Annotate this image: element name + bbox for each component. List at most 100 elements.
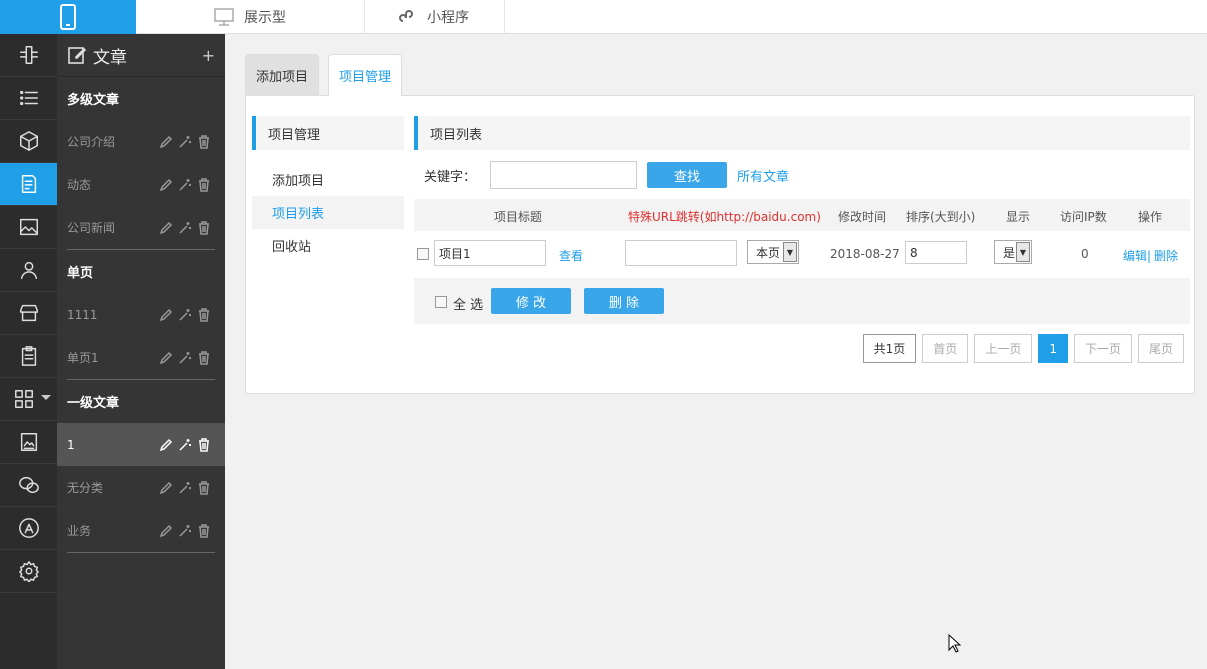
grid-icon xyxy=(14,390,33,408)
table-row: 查看 本页▼ 2018-08-27 是▼ 0 编辑| 删除 xyxy=(414,234,1190,272)
trash-icon[interactable] xyxy=(197,350,211,365)
pencil-icon[interactable] xyxy=(159,351,173,365)
tab-project-manage[interactable]: 项目管理 xyxy=(328,54,403,96)
row-delete-link[interactable]: 删除 xyxy=(1154,247,1178,264)
nav-pc-icon-button[interactable] xyxy=(0,34,57,77)
col-ops: 操作 xyxy=(1138,210,1163,224)
trash-icon[interactable] xyxy=(197,177,211,192)
row-show-value: 是 xyxy=(1003,245,1016,260)
sidebar-item[interactable]: 业务 xyxy=(57,509,225,552)
sidebar-header: 文章 + xyxy=(57,34,225,77)
magic-wand-icon[interactable] xyxy=(178,221,192,235)
sub-nav-recycle-bin[interactable]: 回收站 xyxy=(252,229,404,262)
magic-wand-icon[interactable] xyxy=(178,481,192,495)
pencil-icon[interactable] xyxy=(159,524,173,538)
nav-user-button[interactable] xyxy=(0,249,57,292)
delete-button[interactable]: 删 除 xyxy=(584,288,664,314)
mobile-tab[interactable] xyxy=(0,0,136,34)
monitor-icon xyxy=(214,8,234,26)
modify-button[interactable]: 修 改 xyxy=(491,288,571,314)
all-articles-link[interactable]: 所有文章 xyxy=(737,166,789,185)
add-category-button[interactable]: + xyxy=(202,46,215,65)
nav-apps-button[interactable] xyxy=(0,378,57,421)
sidebar-item[interactable]: 公司新闻 xyxy=(57,206,225,249)
pencil-icon[interactable] xyxy=(159,221,173,235)
select-all-checkbox[interactable] xyxy=(435,296,447,308)
sidebar-item[interactable]: 单页1 xyxy=(57,336,225,379)
magic-wand-icon[interactable] xyxy=(178,438,192,452)
magic-wand-icon[interactable] xyxy=(178,178,192,192)
nav-appstore-button[interactable] xyxy=(0,507,57,550)
sidebar-item-label: 业务 xyxy=(67,524,92,538)
select-all-label[interactable]: 全 选 xyxy=(453,294,483,313)
clipboard-icon xyxy=(21,346,36,366)
pencil-icon[interactable] xyxy=(159,178,173,192)
page-current[interactable]: 1 xyxy=(1038,334,1068,363)
dropdown-arrow-icon: ▼ xyxy=(1016,242,1030,262)
nav-article-button[interactable] xyxy=(0,163,57,206)
row-checkbox[interactable] xyxy=(417,248,429,260)
magic-wand-icon[interactable] xyxy=(178,524,192,538)
article-icon xyxy=(21,175,36,193)
nav-product-button[interactable] xyxy=(0,120,57,163)
page-last[interactable]: 尾页 xyxy=(1137,334,1184,363)
search-button[interactable]: 查找 xyxy=(647,162,727,188)
magic-wand-icon[interactable] xyxy=(178,351,192,365)
sub-nav-project-list[interactable]: 项目列表 xyxy=(252,196,404,229)
tab-add-project[interactable]: 添加项目 xyxy=(245,54,320,95)
nav-list-button[interactable] xyxy=(0,77,57,120)
row-target-select[interactable]: 本页 ▼ xyxy=(747,240,799,264)
row-view-link[interactable]: 查看 xyxy=(559,247,583,264)
icon-bar xyxy=(0,34,57,669)
trash-icon[interactable] xyxy=(197,220,211,235)
trash-icon[interactable] xyxy=(197,523,211,538)
edit-icon xyxy=(68,47,87,64)
trash-icon[interactable] xyxy=(197,437,211,452)
sidebar-item[interactable]: 无分类 xyxy=(57,466,225,509)
search-row: 关键字： 查找 所有文章 xyxy=(414,161,789,189)
sidebar-item-label: 公司介绍 xyxy=(67,135,116,149)
divider xyxy=(67,552,215,553)
col-url: 特殊URL跳转(如http://baidu.com) xyxy=(628,210,821,224)
pc-tool-icon xyxy=(19,46,38,64)
nav-store-button[interactable] xyxy=(0,292,57,335)
row-url-input[interactable] xyxy=(625,240,737,266)
nav-wechat-button[interactable] xyxy=(0,464,57,507)
tab-mini-program[interactable]: 小程序 xyxy=(365,0,505,34)
sidebar-item[interactable]: 1111 xyxy=(57,293,225,336)
magic-wand-icon[interactable] xyxy=(178,135,192,149)
nav-image-button[interactable] xyxy=(0,206,57,249)
mobile-phone-icon xyxy=(60,4,76,30)
trash-icon[interactable] xyxy=(197,307,211,322)
keyword-input[interactable] xyxy=(490,161,637,189)
nav-gallery-button[interactable] xyxy=(0,421,57,464)
tab-display-type[interactable]: 展示型 xyxy=(136,0,365,34)
pencil-icon[interactable] xyxy=(159,481,173,495)
nav-settings-button[interactable] xyxy=(0,550,57,593)
sub-nav-add-project[interactable]: 添加项目 xyxy=(252,163,404,196)
pencil-icon[interactable] xyxy=(159,438,173,452)
pencil-icon[interactable] xyxy=(159,135,173,149)
trash-icon[interactable] xyxy=(197,134,211,149)
row-sort-input[interactable] xyxy=(905,241,967,264)
keyword-label: 关键字： xyxy=(424,169,477,185)
row-show-select[interactable]: 是 ▼ xyxy=(994,240,1032,264)
sidebar-item[interactable]: 动态 xyxy=(57,163,225,206)
sidebar-item[interactable]: 公司介绍 xyxy=(57,120,225,163)
content-title: 项目列表 xyxy=(414,116,1190,150)
row-time: 2018-08-27 xyxy=(830,247,900,261)
page-first[interactable]: 首页 xyxy=(922,334,969,363)
sub-nav-title: 项目管理 xyxy=(252,116,404,150)
wechat-icon xyxy=(18,476,39,494)
sidebar-item-active[interactable]: 1 xyxy=(57,423,225,466)
pencil-icon[interactable] xyxy=(159,308,173,322)
row-edit-link[interactable]: 编辑| xyxy=(1123,247,1151,264)
magic-wand-icon[interactable] xyxy=(178,308,192,322)
nav-clipboard-button[interactable] xyxy=(0,335,57,378)
sidebar-item-label: 无分类 xyxy=(67,481,104,495)
page-total: 共1页 xyxy=(862,334,917,363)
page-prev[interactable]: 上一页 xyxy=(974,334,1033,363)
trash-icon[interactable] xyxy=(197,480,211,495)
row-title-input[interactable] xyxy=(434,240,546,266)
page-next[interactable]: 下一页 xyxy=(1073,334,1132,363)
